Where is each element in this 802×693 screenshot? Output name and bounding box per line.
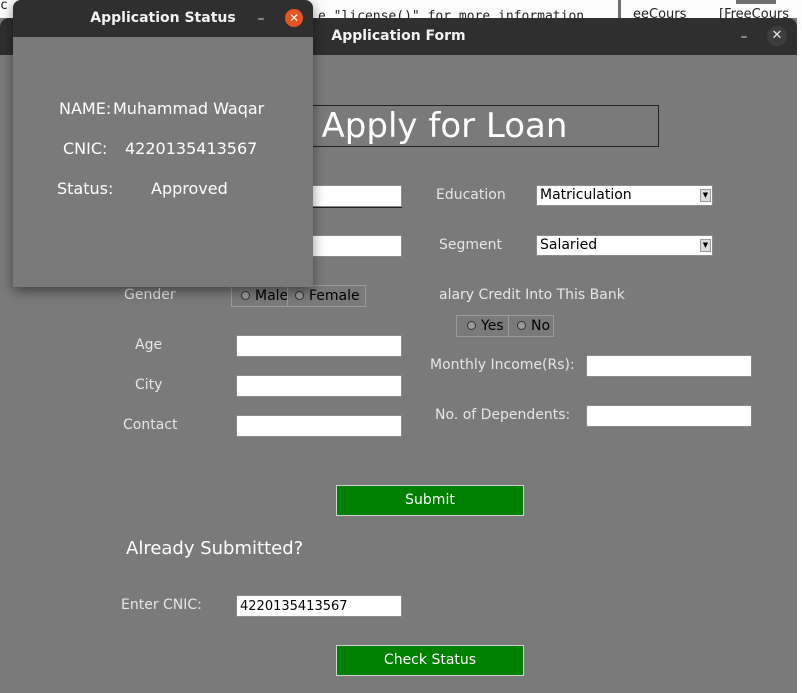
chevron-down-icon[interactable]: ▼: [700, 239, 711, 252]
contact-input[interactable]: [236, 415, 402, 437]
already-submitted-heading: Already Submitted?: [126, 538, 304, 559]
submit-button[interactable]: Submit: [336, 485, 524, 516]
cnic-label: CNIC:: [63, 139, 108, 158]
radio-divider: [287, 286, 288, 306]
education-label: Education: [436, 187, 506, 203]
city-label: City: [135, 377, 163, 393]
background-tab-indicator: [736, 0, 776, 4]
contact-label: Contact: [123, 417, 178, 433]
radio-icon: [295, 290, 304, 300]
name-label: NAME:: [59, 99, 112, 118]
salary-credit-yes-radio[interactable]: Yes: [467, 316, 509, 336]
salary-credit-no-radio[interactable]: No: [517, 316, 550, 336]
city-input[interactable]: [236, 375, 402, 397]
monthly-income-label: Monthly Income(Rs):: [430, 357, 575, 373]
dependents-label: No. of Dependents:: [435, 407, 571, 423]
background-code-fragment: c: [0, 0, 8, 13]
background-scrollbar: [618, 0, 621, 20]
salary-credit-label: alary Credit Into This Bank: [439, 287, 625, 303]
dependents-input[interactable]: [586, 405, 752, 427]
chevron-down-icon[interactable]: ▼: [700, 189, 711, 202]
minimize-button[interactable]: –: [251, 9, 271, 29]
segment-value: Salaried: [540, 237, 598, 253]
radio-icon: [241, 290, 250, 300]
gender-female-radio[interactable]: Female: [295, 286, 360, 306]
cnic-input[interactable]: [236, 595, 402, 617]
minimize-button[interactable]: –: [734, 27, 754, 47]
gender-male-radio[interactable]: Male: [241, 286, 287, 306]
enter-cnic-label: Enter CNIC:: [121, 597, 202, 613]
radio-label: No: [531, 318, 551, 334]
close-button[interactable]: ✕: [767, 26, 787, 46]
age-input[interactable]: [236, 335, 402, 357]
cnic-value: 4220135413567: [125, 139, 258, 158]
radio-label: Male: [255, 288, 287, 304]
check-status-button[interactable]: Check Status: [336, 645, 524, 676]
radio-icon: [467, 320, 476, 330]
monthly-income-input[interactable]: [586, 355, 752, 377]
gender-label: Gender: [124, 287, 176, 303]
gender-radio-group: Male Female: [231, 285, 366, 307]
age-label: Age: [135, 337, 163, 353]
application-status-window: Application Status – ✕ NAME: Muhammad Wa…: [13, 0, 313, 287]
segment-select[interactable]: Salaried ▼: [536, 235, 713, 256]
name-value: Muhammad Waqar: [113, 99, 265, 118]
salary-credit-radio-group: Yes No: [456, 315, 554, 337]
radio-divider: [508, 316, 509, 336]
status-value: Approved: [151, 179, 228, 198]
radio-icon: [517, 320, 526, 330]
radio-label: Female: [309, 288, 360, 304]
segment-label: Segment: [439, 237, 502, 253]
close-button[interactable]: ✕: [285, 9, 303, 27]
education-select[interactable]: Matriculation ▼: [536, 185, 713, 206]
education-value: Matriculation: [540, 187, 632, 203]
radio-label: Yes: [481, 318, 504, 334]
status-label: Status:: [57, 179, 114, 198]
